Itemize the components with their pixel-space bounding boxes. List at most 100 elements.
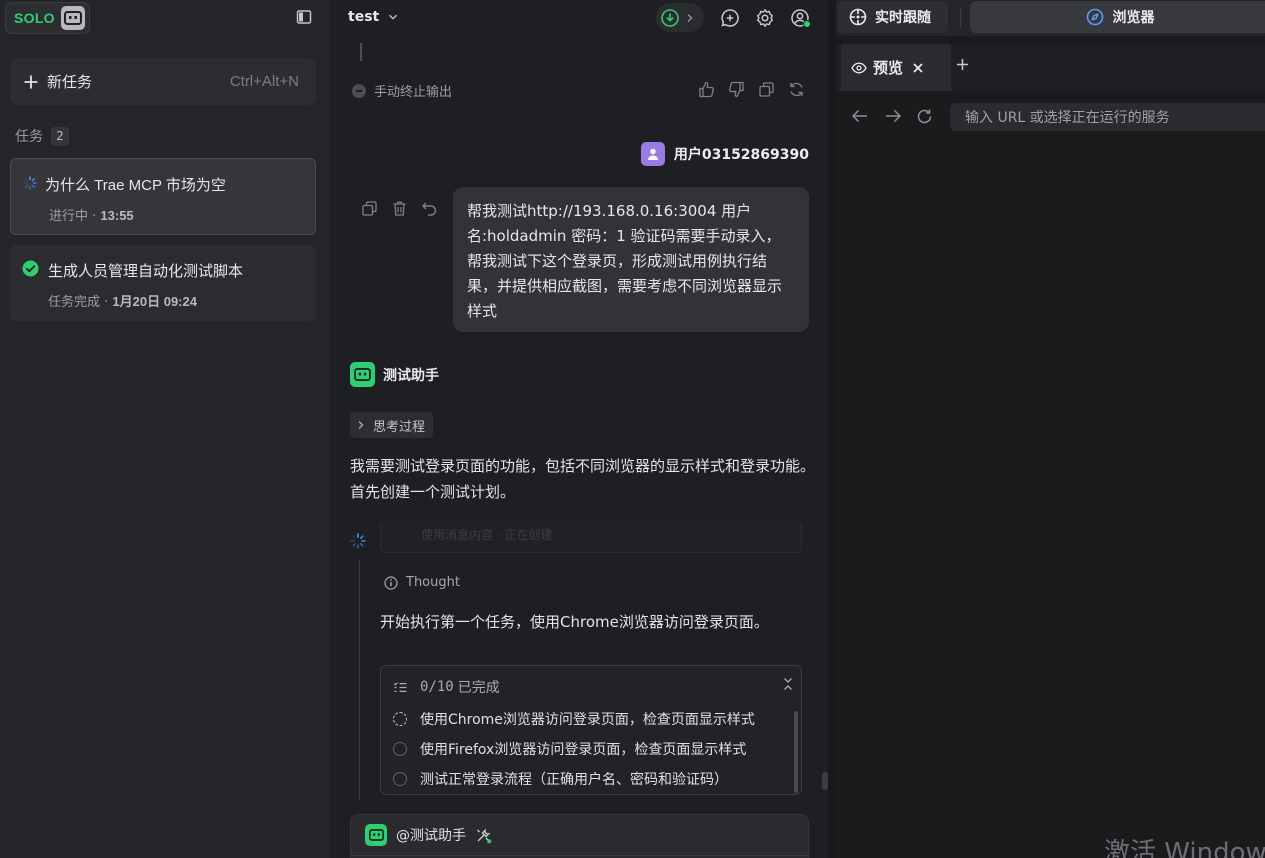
chat-input-box[interactable]: @测试助手: [350, 814, 809, 858]
tab-follow[interactable]: 实时跟随: [838, 1, 948, 33]
chevron-right-icon: [686, 13, 694, 23]
browser-panel: 实时跟随 浏览器 预览 输入 URL 或选择正在运行的服务 激活 Windows: [836, 0, 1265, 858]
info-circle-icon: [384, 575, 398, 590]
task-status-label: 任务完成 ·: [48, 295, 113, 310]
reload-icon[interactable]: [916, 108, 933, 125]
project-selector[interactable]: test: [348, 9, 398, 25]
download-status-button[interactable]: [656, 3, 704, 32]
download-circle-icon: [660, 8, 680, 28]
gear-icon[interactable]: [755, 8, 775, 28]
tab-follow-label: 实时跟随: [875, 10, 931, 26]
task-title: 为什么 Trae MCP 市场为空: [45, 177, 226, 194]
thought-label: Thought: [406, 575, 460, 590]
add-tab-icon[interactable]: [956, 58, 969, 71]
robot-icon: [61, 6, 85, 30]
thumbs-down-icon[interactable]: [728, 81, 745, 98]
user-avatar-icon: [640, 142, 665, 166]
task-status: 进行中 · 13:55: [49, 205, 134, 224]
tool-card-text: 使用消息内容 · 正在创建: [421, 528, 553, 542]
copy-icon[interactable]: [361, 200, 378, 217]
task-status-label: 进行中 ·: [49, 209, 101, 224]
panel-resize-divider[interactable]: [822, 0, 836, 858]
tasks-count-badge: 2: [51, 126, 69, 146]
task-item-running[interactable]: 为什么 Trae MCP 市场为空 进行中 · 13:55: [10, 158, 316, 235]
undo-icon[interactable]: [421, 200, 438, 217]
task-title: 生成人员管理自动化测试脚本: [48, 263, 244, 280]
collapsed-tool-card[interactable]: 使用消息内容 · 正在创建: [380, 523, 802, 553]
crosshair-icon: [849, 8, 867, 26]
chat-header: test: [330, 0, 828, 36]
trash-icon[interactable]: [391, 200, 408, 217]
collapse-chevron-icon[interactable]: [783, 677, 793, 691]
eye-icon: [851, 62, 867, 74]
new-task-shortcut: Ctrl+Alt+N: [229, 73, 299, 90]
app-logo[interactable]: SOLO: [5, 2, 90, 34]
robot-icon: [350, 362, 375, 387]
task-time: 13:55: [100, 208, 134, 223]
agent-mention: @测试助手: [365, 824, 492, 846]
stream-cursor: [360, 43, 362, 61]
execution-text: 开始执行第一个任务，使用Chrome浏览器访问登录页面。: [380, 613, 769, 631]
user-name: 用户03152869390: [673, 147, 809, 163]
forward-arrow-icon[interactable]: [884, 108, 902, 124]
back-arrow-icon[interactable]: [851, 108, 869, 124]
logo-text: SOLO: [14, 10, 55, 26]
plus-icon: [23, 74, 39, 90]
close-icon[interactable]: [913, 62, 923, 73]
todo-item-text: 使用Chrome浏览器访问登录页面，检查页面显示样式: [420, 712, 755, 728]
step-connector-line: [359, 560, 360, 800]
task-time: 1月20日 09:24: [112, 294, 197, 309]
tab-browser-label: 浏览器: [1112, 10, 1155, 26]
tasks-header-label: 任务: [15, 129, 43, 145]
sidebar-toggle-icon[interactable]: [296, 9, 314, 27]
task-status: 任务完成 · 1月20日 09:24: [48, 291, 197, 310]
regenerate-icon[interactable]: [788, 81, 805, 98]
loading-spinner-icon: [23, 176, 37, 190]
task-item-done[interactable]: 生成人员管理自动化测试脚本 任务完成 · 1月20日 09:24: [10, 245, 316, 321]
new-task-button[interactable]: 新任务 Ctrl+Alt+N: [10, 58, 316, 105]
new-task-label: 新任务: [47, 73, 93, 91]
stopped-text: 手动终止输出: [374, 85, 453, 100]
checklist-icon: [393, 681, 407, 692]
check-circle-icon: [22, 260, 39, 277]
todo-progress: 0/10: [420, 679, 454, 695]
chevron-down-icon: [388, 12, 398, 22]
url-input[interactable]: 输入 URL 或选择正在运行的服务: [950, 103, 1265, 131]
pending-circle-icon: [393, 772, 407, 786]
thumbs-up-icon[interactable]: [698, 81, 715, 98]
user-message-header: 用户03152869390: [640, 142, 809, 166]
tasks-header: 任务 2: [15, 126, 69, 146]
todo-scrollbar[interactable]: [794, 711, 798, 793]
stop-icon: [352, 83, 366, 98]
todo-item: 使用Firefox浏览器访问登录页面，检查页面显示样式: [393, 739, 746, 759]
copy-icon[interactable]: [758, 81, 775, 98]
assistant-header: 测试助手: [350, 362, 439, 387]
input-divider: [351, 855, 808, 856]
activation-watermark: 激活 Windows: [1104, 838, 1265, 858]
todo-item: 使用Chrome浏览器访问登录页面，检查页面显示样式: [393, 709, 755, 729]
right-panel-tabs: 实时跟随 浏览器: [836, 0, 1265, 36]
loading-spinner-icon: [350, 533, 366, 549]
thinking-process-toggle[interactable]: 思考过程: [350, 412, 434, 438]
tab-preview-label: 预览: [873, 59, 904, 77]
todo-item-text: 使用Firefox浏览器访问登录页面，检查页面显示样式: [420, 742, 747, 758]
chevron-right-icon: [358, 420, 364, 430]
tools-icon[interactable]: [475, 827, 492, 844]
todo-list-card: 0/10 已完成 使用Chrome浏览器访问登录页面，检查页面显示样式 使用Fi…: [380, 665, 802, 795]
agent-mention-text: @测试助手: [396, 828, 466, 844]
sidebar: SOLO 新任务 Ctrl+Alt+N 任务 2 为什么 Trae MCP 市场…: [0, 0, 330, 858]
project-name: test: [348, 9, 380, 25]
online-status-dot: [803, 20, 811, 28]
resize-handle[interactable]: [822, 772, 828, 790]
tab-preview[interactable]: 预览: [841, 44, 951, 91]
browser-tab-strip: 预览: [836, 44, 1265, 91]
todo-item-text: 测试正常登录流程（正确用户名、密码和验证码）: [420, 772, 728, 788]
tab-browser[interactable]: 浏览器: [970, 1, 1265, 33]
robot-icon: [365, 824, 387, 846]
assistant-paragraph: 我需要测试登录页面的功能，包括不同浏览器的显示样式和登录功能。首先创建一个测试计…: [350, 457, 816, 501]
url-placeholder: 输入 URL 或选择正在运行的服务: [965, 110, 1170, 126]
thinking-label: 思考过程: [373, 419, 426, 435]
compass-icon: [1086, 8, 1103, 26]
thought-header: Thought: [384, 575, 460, 590]
add-chat-icon[interactable]: [720, 8, 740, 28]
